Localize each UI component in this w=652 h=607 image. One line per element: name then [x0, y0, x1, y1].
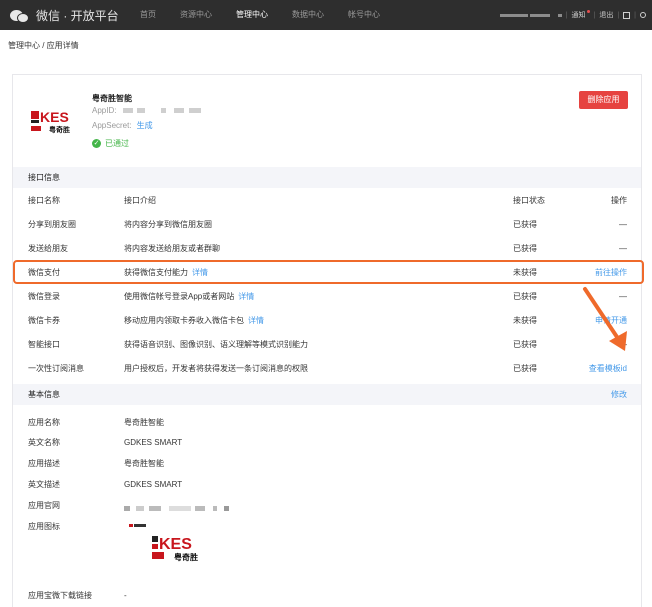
interface-desc: 移动应用内领取卡券收入微信卡包 [124, 316, 244, 325]
settings-icon[interactable] [640, 12, 646, 18]
interface-desc-wrap: 使用微信帐号登录App或者网站 详情 [124, 285, 254, 309]
unread-dot [586, 10, 590, 13]
notify-link[interactable]: 通知 [572, 10, 590, 20]
annotation-arrow [583, 287, 627, 351]
interface-name: 智能接口 [28, 340, 60, 349]
appsecret-label: AppSecret: [92, 121, 132, 130]
interface-status: 已获得 [513, 364, 537, 373]
table-row: 微信卡券 移动应用内领取卡券收入微信卡包 详情 未获得 申请开通 [13, 309, 641, 333]
main-nav: 首页 资源中心 管理中心 数据中心 帐号中心 [140, 0, 404, 30]
breadcrumb: 管理中心 / 应用详情 [8, 41, 79, 50]
delete-app-button[interactable]: 删除应用 [579, 91, 628, 109]
interface-detail-link[interactable]: 详情 [248, 316, 264, 325]
basic-info-value: GDKES SMART [124, 438, 183, 447]
review-status: ✓ 已通过 [92, 138, 129, 149]
basic-info-label: 应用官网 [28, 501, 60, 510]
col-interface-desc: 接口介绍 [124, 196, 156, 205]
redacted-appid [136, 108, 145, 113]
basic-info-value: 粤奇胜智能 [124, 459, 164, 468]
app-logo: KES 粤奇胜 [31, 109, 81, 134]
basic-info-label: 应用描述 [28, 459, 60, 468]
interface-desc: 使用微信帐号登录App或者网站 [124, 292, 235, 301]
app-icon-large-text: KES [159, 536, 192, 553]
interface-detail-link[interactable]: 详情 [238, 292, 254, 301]
logout-link[interactable]: 退出 [599, 10, 613, 20]
table-row: 微信登录 使用微信帐号登录App或者网站 详情 已获得 — [13, 285, 641, 309]
basic-info-value: GDKES SMART [124, 480, 183, 489]
table-row: 一次性订阅消息 用户授权后，开发者将获得发送一条订阅消息的权限 已获得 查看模板… [13, 357, 641, 381]
redacted-appid [174, 108, 185, 113]
interface-desc: 将内容发送给朋友或者群聊 [124, 244, 220, 253]
official-site-redacted [124, 503, 230, 515]
interface-desc-wrap: 移动应用内领取卡券收入微信卡包 详情 [124, 309, 264, 333]
wechat-icon [10, 9, 30, 23]
wechat-pay-row-highlight [13, 260, 644, 284]
redacted-appid [188, 108, 201, 113]
edit-basic-info-link[interactable]: 修改 [611, 384, 627, 405]
basic-info-section-title: 基本信息 [28, 390, 60, 399]
basic-info-label: 英文名称 [28, 438, 60, 447]
interface-name: 微信登录 [28, 292, 60, 301]
nav-management-center[interactable]: 管理中心 [236, 0, 268, 30]
brand-title: 微信 · 开放平台 [36, 9, 119, 23]
interface-desc: 获得语音识别、图像识别、语义理解等模式识别能力 [124, 340, 308, 349]
col-interface-action: 操作 [611, 196, 627, 205]
interface-status: 已获得 [513, 220, 537, 229]
interface-status: 已获得 [513, 292, 537, 301]
interface-desc: 用户授权后，开发者将获得发送一条订阅消息的权限 [124, 364, 308, 373]
col-interface-status: 接口状态 [513, 196, 545, 205]
interface-name: 分享到朋友圈 [28, 220, 76, 229]
generate-secret-link[interactable]: 生成 [137, 121, 153, 130]
redacted-account-name [499, 13, 528, 17]
app-logo-text: KES [40, 109, 69, 125]
table-row: 分享到朋友圈 将内容分享到微信朋友圈 已获得 — [13, 213, 641, 237]
nav-resource-center[interactable]: 资源中心 [180, 0, 212, 30]
interface-status: 已获得 [513, 340, 537, 349]
interface-section-title: 接口信息 [28, 173, 60, 182]
wechat-open-platform-logo[interactable]: 微信 · 开放平台 [10, 7, 119, 24]
interface-table-header: 接口名称 接口介绍 接口状态 操作 [13, 189, 641, 213]
app-icon-large: KES 粤奇胜 [152, 536, 198, 562]
review-status-text: 已通过 [105, 139, 129, 148]
interface-name: 发送给朋友 [28, 244, 68, 253]
interface-name: 一次性订阅消息 [28, 364, 84, 373]
redacted-account-name [529, 13, 550, 17]
basic-info-label: 应用图标 [28, 522, 60, 531]
table-row: 智能接口 获得语音识别、图像识别、语义理解等模式识别能力 已获得 — [13, 333, 641, 357]
interface-status: 已获得 [513, 244, 537, 253]
appid-row: AppID: [92, 106, 201, 115]
app-icon-small [128, 523, 148, 529]
table-row: 发送给朋友 将内容发送给朋友或者群聊 已获得 — [13, 237, 641, 261]
check-circle-icon: ✓ [92, 139, 101, 148]
qrcode-icon[interactable] [623, 11, 631, 19]
redacted-appid [161, 108, 167, 113]
appsecret-row: AppSecret: 生成 [92, 120, 153, 131]
appid-label: AppID: [92, 106, 117, 115]
interface-name: 微信卡券 [28, 316, 60, 325]
interface-section-header: 接口信息 [13, 167, 641, 188]
top-right-user-area: | 通知 | 退出 | | [499, 0, 646, 30]
top-navigation-bar: 微信 · 开放平台 首页 资源中心 管理中心 数据中心 帐号中心 | 通知 | … [0, 0, 652, 30]
nav-data-center[interactable]: 数据中心 [292, 0, 324, 30]
download-link-value: - [124, 591, 127, 600]
download-link-label: 应用宝微下载链接 [28, 591, 92, 600]
basic-info-label: 英文描述 [28, 480, 60, 489]
col-interface-name: 接口名称 [28, 196, 60, 205]
app-name: 粤奇胜智能 [92, 94, 132, 103]
view-template-id-link[interactable]: 查看模板id [589, 357, 627, 381]
app-detail-panel: KES 粤奇胜 粤奇胜智能 AppID: AppSecret: 生成 ✓ 已通过 … [12, 74, 644, 607]
redacted-account-name [557, 13, 562, 17]
interface-action: — [619, 244, 627, 253]
app-logo-subtitle: 粤奇胜 [49, 125, 70, 134]
interface-desc: 将内容分享到微信朋友圈 [124, 220, 212, 229]
interface-action: — [619, 220, 627, 229]
nav-account-center[interactable]: 帐号中心 [348, 0, 380, 30]
nav-home[interactable]: 首页 [140, 0, 156, 30]
redacted-appid [122, 108, 133, 113]
app-icon-large-subtitle: 粤奇胜 [174, 552, 198, 562]
interface-status: 未获得 [513, 316, 537, 325]
basic-info-section-header: 基本信息 修改 [13, 384, 641, 405]
basic-info-label: 应用名称 [28, 418, 60, 427]
basic-info-value: 粤奇胜智能 [124, 418, 164, 427]
